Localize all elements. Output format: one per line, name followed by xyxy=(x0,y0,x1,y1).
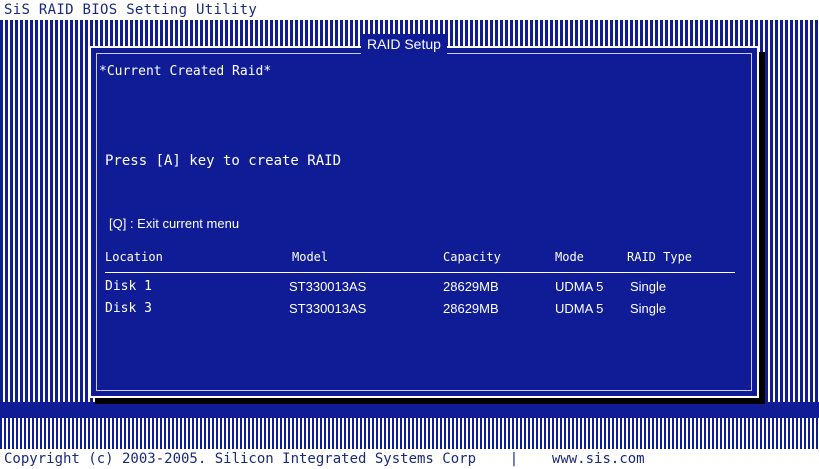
table-body: Disk 1 ST330013AS 28629MB UDMA 5 Single … xyxy=(105,273,735,321)
copyright-text: Copyright (c) 2003-2005. Silicon Integra… xyxy=(4,451,477,467)
cell-raid-type: Single xyxy=(630,301,667,316)
header-raid-type: RAID Type xyxy=(627,250,693,264)
header-capacity: Capacity xyxy=(443,250,501,264)
cell-mode: UDMA 5 xyxy=(555,279,604,294)
cell-model: ST330013AS xyxy=(289,279,367,294)
disk-table: Location Model Capacity Mode RAID Type D… xyxy=(105,246,735,321)
footer-separator: | xyxy=(509,451,519,467)
raid-setup-dialog: RAID Setup *Current Created Raid* Press … xyxy=(89,34,759,398)
header-mode: Mode xyxy=(555,250,584,264)
footer: Copyright (c) 2003-2005. Silicon Integra… xyxy=(4,449,645,469)
cell-model: ST330013AS xyxy=(289,301,367,316)
cell-capacity: 28629MB xyxy=(443,279,499,294)
table-row[interactable]: Disk 3 ST330013AS 28629MB UDMA 5 Single xyxy=(105,299,735,321)
cell-location: Disk 1 xyxy=(105,279,152,294)
background-strip xyxy=(0,402,819,418)
website-link: www.sis.com xyxy=(551,451,645,467)
cell-capacity: 28629MB xyxy=(443,301,499,316)
header-model: Model xyxy=(292,250,329,264)
table-row[interactable]: Disk 1 ST330013AS 28629MB UDMA 5 Single xyxy=(105,277,735,299)
exit-menu-hint[interactable]: [Q] : Exit current menu xyxy=(109,216,239,231)
cell-mode: UDMA 5 xyxy=(555,301,604,316)
cell-location: Disk 3 xyxy=(105,301,152,316)
dialog-title: RAID Setup xyxy=(361,34,447,54)
current-created-raid-label: *Current Created Raid* xyxy=(99,64,272,79)
background-pattern-bottom xyxy=(0,418,819,449)
app-title: SiS RAID BIOS Setting Utility xyxy=(4,2,258,18)
create-raid-instruction[interactable]: Press [A] key to create RAID xyxy=(105,153,341,169)
table-header: Location Model Capacity Mode RAID Type xyxy=(105,246,735,273)
cell-raid-type: Single xyxy=(630,279,667,294)
header-location: Location xyxy=(105,250,163,264)
